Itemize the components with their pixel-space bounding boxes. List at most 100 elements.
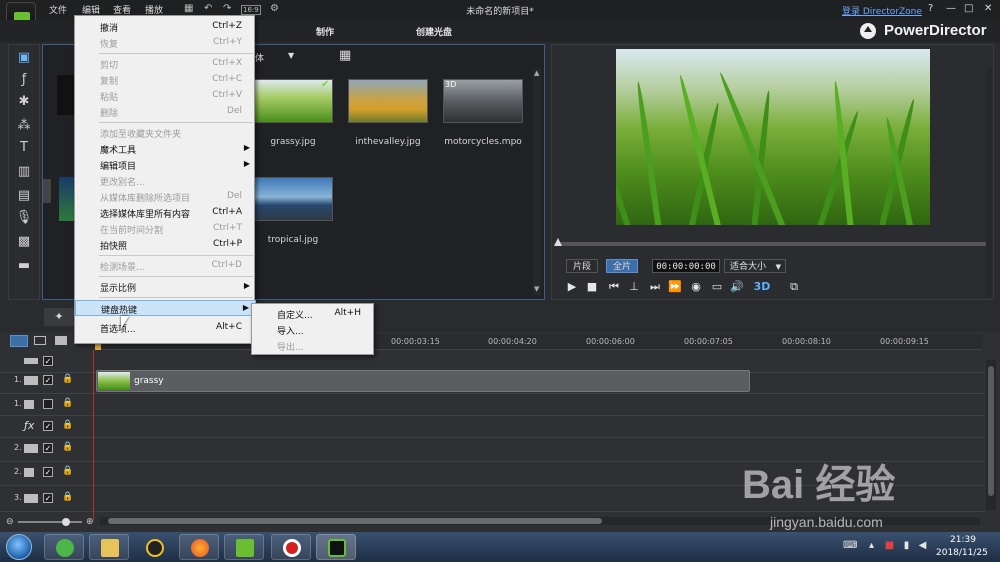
edit-menu-item[interactable]: 从媒体库删除所选项目 Del xyxy=(75,189,256,205)
storyboard-view-icon[interactable] xyxy=(34,336,46,345)
help-button[interactable]: ? xyxy=(928,3,933,14)
particle-room-icon[interactable]: ⁂ xyxy=(15,119,33,133)
transition-room-icon[interactable]: ▥ xyxy=(15,165,33,179)
fx-room-icon[interactable]: ƒ xyxy=(15,73,33,87)
thumb-partial-2[interactable] xyxy=(59,177,75,221)
track-enable-checkbox[interactable]: ✓ xyxy=(43,356,53,366)
timeline-view-icon[interactable] xyxy=(10,335,28,347)
split-icon[interactable]: ⊥ xyxy=(626,279,642,295)
movie-mode-button[interactable]: 全片 xyxy=(606,259,639,273)
playhead-line[interactable] xyxy=(93,350,94,520)
menu-file[interactable]: 文件 xyxy=(49,3,67,16)
edit-menu-item[interactable]: 键盘热键 ▶ xyxy=(75,300,256,316)
task-firefox[interactable] xyxy=(179,534,219,560)
lock-icon[interactable]: 🔒 xyxy=(62,398,73,409)
task-recorder[interactable] xyxy=(271,534,311,560)
track-enable-checkbox[interactable]: ✓ xyxy=(43,375,53,385)
volume-tray-icon[interactable]: ◀ xyxy=(917,540,928,551)
save-icon[interactable]: ▦ xyxy=(184,3,193,14)
library-scrollbar[interactable]: ▲ ▼ xyxy=(533,69,541,295)
scroll-down-icon[interactable]: ▼ xyxy=(534,285,539,293)
3d-mode-button[interactable]: 3D xyxy=(751,279,773,295)
undo-icon[interactable]: ↶ xyxy=(204,3,212,14)
task-file-explorer[interactable] xyxy=(89,534,129,560)
keyboard-tray-icon[interactable]: ⌨ xyxy=(843,540,857,551)
chevron-down-icon[interactable]: ▼ xyxy=(288,51,294,60)
lock-icon[interactable]: 🔒 xyxy=(62,420,73,431)
task-360-browser[interactable] xyxy=(44,534,84,560)
collapse-handle[interactable] xyxy=(43,179,51,203)
lock-icon[interactable]: 🔒 xyxy=(62,442,73,453)
settings-gear-icon[interactable]: ⚙ xyxy=(270,3,279,14)
close-button[interactable]: ✕ xyxy=(984,3,992,14)
title-room-icon[interactable]: T xyxy=(15,141,33,155)
zoom-out-icon[interactable]: ⊖ xyxy=(6,517,14,527)
hotkey-submenu-item[interactable]: 导入... xyxy=(252,322,375,338)
track-enable-checkbox[interactable] xyxy=(43,399,53,409)
edit-menu-item[interactable]: 剪切 Ctrl+X xyxy=(75,56,256,72)
pip-room-icon[interactable]: ✱ xyxy=(15,95,33,109)
clip-mode-button[interactable]: 片段 xyxy=(566,259,599,273)
stop-icon[interactable]: ■ xyxy=(584,279,600,295)
task-qq[interactable] xyxy=(134,534,174,560)
voice-over-icon[interactable]: 🎙 xyxy=(15,211,33,225)
track-manager-icon[interactable] xyxy=(55,336,67,345)
timecode-display[interactable]: 00:00:00:00 xyxy=(652,259,720,273)
clock-date[interactable]: 2018/11/25 xyxy=(936,548,988,558)
tray-arrow-icon[interactable]: ▴ xyxy=(866,540,877,551)
minimize-button[interactable]: — xyxy=(946,3,956,14)
edit-menu-item[interactable]: 更改别名... xyxy=(75,173,256,189)
hotkey-submenu-item[interactable]: 自定义... Alt+H xyxy=(252,306,375,322)
edit-menu-item[interactable]: 添加至收藏夹文件夹 xyxy=(75,125,256,141)
undock-icon[interactable]: ⧉ xyxy=(786,279,802,295)
edit-menu-item[interactable]: 选择媒体库里所有内容 Ctrl+A xyxy=(75,205,256,221)
thumb-tropical[interactable] xyxy=(253,177,333,221)
track-enable-checkbox[interactable]: ✓ xyxy=(43,493,53,503)
zoom-knob[interactable] xyxy=(62,518,70,526)
seek-knob[interactable] xyxy=(554,238,562,246)
play-icon[interactable]: ▶ xyxy=(564,279,580,295)
edit-menu-item[interactable]: 编辑项目 ▶ xyxy=(75,157,256,173)
edit-menu-item[interactable]: 复制 Ctrl+C xyxy=(75,72,256,88)
lock-icon[interactable]: 🔒 xyxy=(62,492,73,503)
audio-mix-icon[interactable]: ▤ xyxy=(15,189,33,203)
preview-seek-bar[interactable] xyxy=(558,242,988,246)
chapter-room-icon[interactable]: ▩ xyxy=(15,235,33,249)
edit-menu-item[interactable]: 检测场景... Ctrl+D xyxy=(75,258,256,274)
edit-menu-item[interactable]: 显示比例 ▶ xyxy=(75,279,256,295)
edit-menu-item[interactable]: 在当前时间分割 Ctrl+T xyxy=(75,221,256,237)
maximize-button[interactable]: □ xyxy=(964,3,973,14)
timeline-clip-grassy[interactable]: grassy xyxy=(96,370,750,392)
media-room-icon[interactable]: ▣ xyxy=(15,51,33,65)
lock-icon[interactable]: 🔒 xyxy=(62,374,73,385)
snapshot-icon[interactable]: ◉ xyxy=(688,279,704,295)
magic-tools-icon[interactable]: ✦ xyxy=(44,308,74,326)
prev-frame-icon[interactable]: ⏮ xyxy=(606,279,622,295)
start-button-icon[interactable] xyxy=(6,534,32,560)
timeline-zoom-slider[interactable]: ⊖ ⊕ xyxy=(6,517,96,527)
edit-menu-item[interactable]: 魔术工具 ▶ xyxy=(75,141,256,157)
fast-forward-icon[interactable]: ⏩ xyxy=(667,279,683,295)
thumb-inthevalley[interactable] xyxy=(348,79,428,123)
edit-menu-item[interactable]: 删除 Del xyxy=(75,104,256,120)
next-frame-icon[interactable]: ⏭ xyxy=(647,279,663,295)
external-display-icon[interactable]: ▭ xyxy=(709,279,725,295)
network-tray-icon[interactable]: ▮ xyxy=(901,540,912,551)
preview-scrollbar[interactable] xyxy=(986,69,992,297)
zoom-fit-dropdown[interactable]: 适合大小 ▼ xyxy=(724,259,786,273)
track-enable-checkbox[interactable]: ✓ xyxy=(43,443,53,453)
tab-create-disc[interactable]: 创建光盘 xyxy=(416,25,452,38)
edit-menu-item[interactable]: 撤消 Ctrl+Z xyxy=(75,19,256,35)
aspect-ratio-button[interactable]: 16:9 xyxy=(241,5,261,15)
clock-time[interactable]: 21:39 xyxy=(950,535,976,545)
task-powerdirector[interactable] xyxy=(316,534,356,560)
scroll-up-icon[interactable]: ▲ xyxy=(534,69,539,77)
upgrade-icon[interactable] xyxy=(860,23,876,39)
security-tray-icon[interactable]: ■ xyxy=(884,540,895,551)
edit-menu-item[interactable]: 首选项... Alt+C xyxy=(75,320,256,336)
directorzone-login-link[interactable]: 登录 DirectorZone xyxy=(842,4,922,17)
edit-menu-item[interactable]: 拍快照 Ctrl+P xyxy=(75,237,256,253)
track-enable-checkbox[interactable]: ✓ xyxy=(43,467,53,477)
volume-icon[interactable]: 🔊 xyxy=(729,279,745,295)
edit-menu-item[interactable]: 恢复 Ctrl+Y xyxy=(75,35,256,51)
